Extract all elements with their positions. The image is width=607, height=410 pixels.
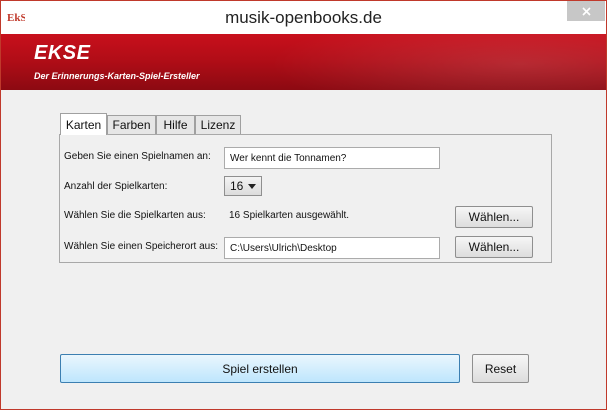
card-count-value: 16 [230,179,244,193]
card-count-select[interactable]: 16 [224,176,262,196]
location-label: Wählen Sie einen Speicherort aus: [64,241,218,252]
close-icon [581,6,591,16]
app-window: EkSE musik-openbooks.de EKSE Der Erinner… [0,0,607,410]
cards-status: 16 Spielkarten ausgewählt. [229,210,350,221]
tab-lizenz[interactable]: Lizenz [195,115,241,134]
game-name-input[interactable]: Wer kennt die Tonnamen? [224,147,440,169]
game-name-label: Geben Sie einen Spielnamen an: [64,151,211,162]
create-game-button[interactable]: Spiel erstellen [60,354,460,383]
tab-hilfe[interactable]: Hilfe [156,115,195,134]
tab-farben[interactable]: Farben [107,115,156,134]
title-bar[interactable]: EkSE musik-openbooks.de [1,1,606,34]
window-title: musik-openbooks.de [225,8,382,27]
card-count-label: Anzahl der Spielkarten: [64,181,168,192]
brand-name: EKSE [34,42,91,64]
cards-label: Wählen Sie die Spielkarten aus: [64,210,206,221]
header-banner: EKSE Der Erinnerungs-Karten-Spiel-Erstel… [1,34,606,90]
select-location-button[interactable]: Wählen... [455,236,533,258]
tab-karten[interactable]: Karten [60,113,107,135]
close-button[interactable] [567,1,605,21]
chevron-down-icon [248,184,256,189]
location-input[interactable]: C:\Users\Ulrich\Desktop [224,237,440,259]
brand-tagline: Der Erinnerungs-Karten-Spiel-Ersteller [34,71,200,81]
reset-button[interactable]: Reset [472,354,529,383]
select-cards-button[interactable]: Wählen... [455,206,533,228]
karten-panel: Geben Sie einen Spielnamen an: Wer kennt… [59,134,552,263]
